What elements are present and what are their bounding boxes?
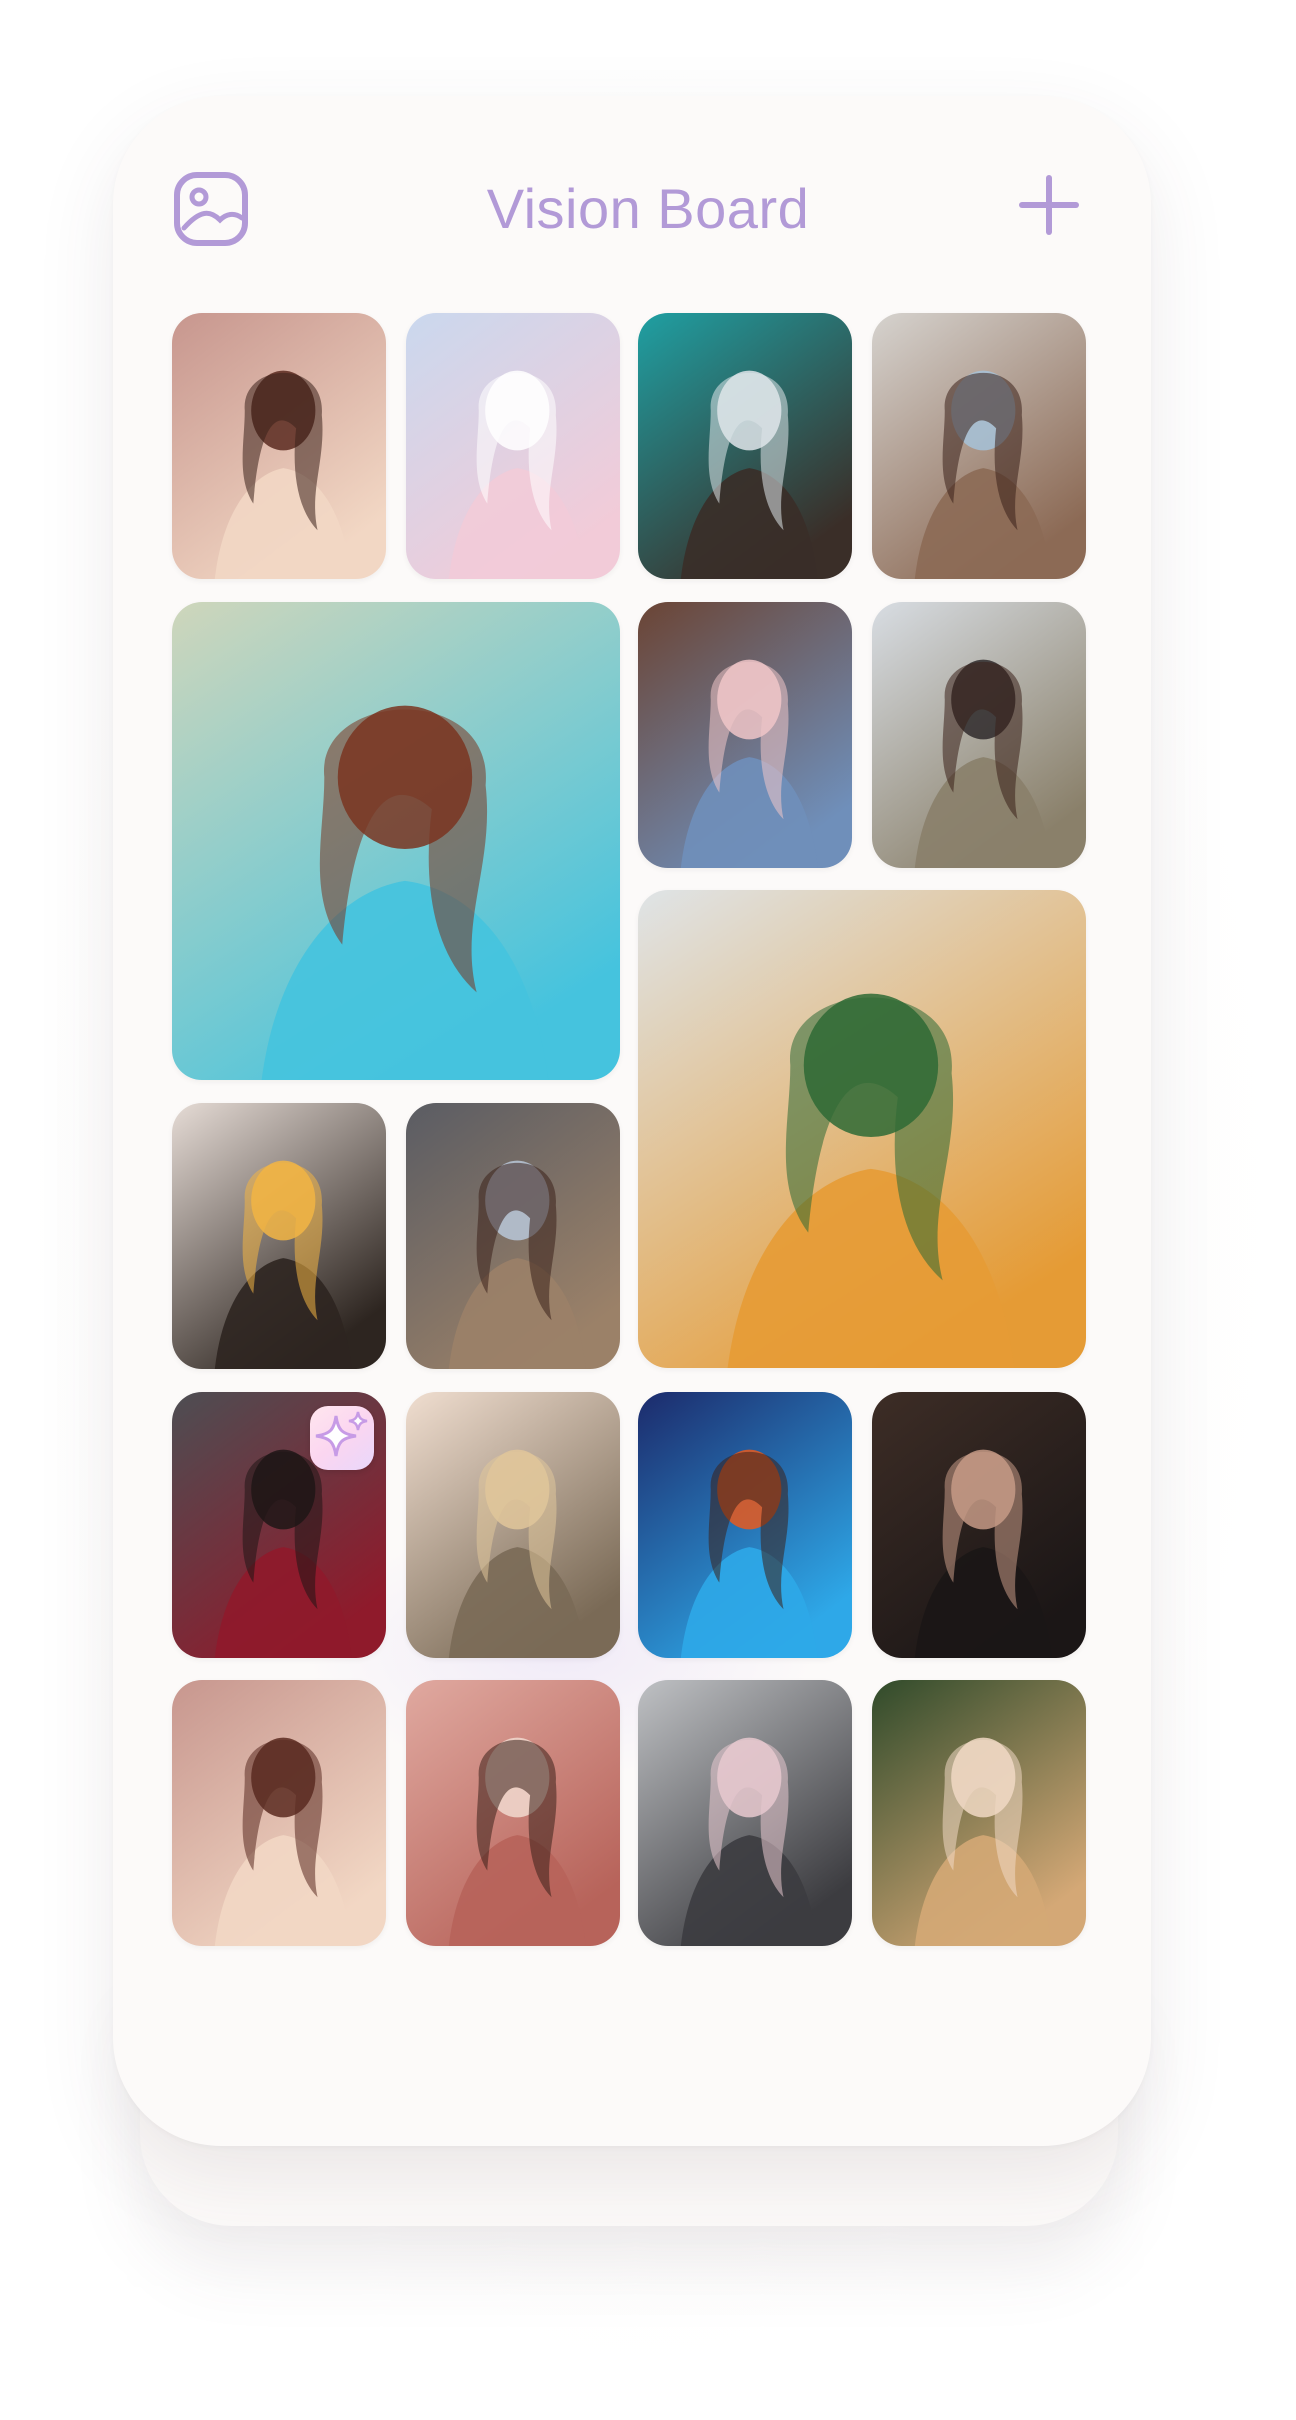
photo-woman-seaside-sunset-image bbox=[872, 313, 1086, 579]
photo-redhead-woman-blue-frame[interactable] bbox=[172, 602, 620, 1080]
photo-woman-straw-hat-pier-image bbox=[638, 890, 1086, 1368]
photo-woman-teal-door-image bbox=[638, 313, 852, 579]
photo-woman-flower-image bbox=[172, 1103, 386, 1369]
photo-portrait-girl-sunset-2-image bbox=[172, 1680, 386, 1946]
photo-woman-neon-headphones[interactable] bbox=[638, 1392, 852, 1658]
photo-woman-black-hat[interactable] bbox=[872, 1392, 1086, 1658]
photo-grid bbox=[0, 0, 1296, 2420]
photo-woman-cliff-coast[interactable] bbox=[406, 1103, 620, 1369]
photo-woman-seaside-sunset[interactable] bbox=[872, 313, 1086, 579]
photo-blonde-ponytail-image bbox=[406, 1392, 620, 1658]
photo-woman-field-hat-image bbox=[872, 602, 1086, 868]
photo-woman-pink-wall[interactable] bbox=[406, 1680, 620, 1946]
photo-woman-neon-headphones-image bbox=[638, 1392, 852, 1658]
photo-ballet-dancer-beach[interactable] bbox=[406, 313, 620, 579]
photo-blonde-woman-forest[interactable] bbox=[872, 1680, 1086, 1946]
photo-woman-field-hat[interactable] bbox=[872, 602, 1086, 868]
photo-woman-sunglasses-brick-image bbox=[638, 602, 852, 868]
photo-woman-teal-door[interactable] bbox=[638, 313, 852, 579]
photo-ballet-dancer-beach-image bbox=[406, 313, 620, 579]
photo-blonde-ponytail[interactable] bbox=[406, 1392, 620, 1658]
photo-woman-cliff-coast-image bbox=[406, 1103, 620, 1369]
photo-portrait-girl-sunset-2[interactable] bbox=[172, 1680, 386, 1946]
photo-woman-straw-hat-pier[interactable] bbox=[638, 890, 1086, 1368]
photo-blonde-woman-forest-image bbox=[872, 1680, 1086, 1946]
sparkles-icon[interactable] bbox=[310, 1406, 374, 1470]
photo-woman-sunglasses-brick[interactable] bbox=[638, 602, 852, 868]
photo-woman-red-sweater[interactable] bbox=[172, 1392, 386, 1658]
photo-woman-flower[interactable] bbox=[172, 1103, 386, 1369]
photo-woman-parking-lot-image bbox=[638, 1680, 852, 1946]
photo-redhead-woman-blue-frame-image bbox=[172, 602, 620, 1080]
photo-portrait-girl-sunset-image bbox=[172, 313, 386, 579]
app-screen: Vision Board bbox=[0, 0, 1296, 2420]
photo-woman-parking-lot[interactable] bbox=[638, 1680, 852, 1946]
photo-portrait-girl-sunset[interactable] bbox=[172, 313, 386, 579]
photo-woman-black-hat-image bbox=[872, 1392, 1086, 1658]
photo-woman-pink-wall-image bbox=[406, 1680, 620, 1946]
